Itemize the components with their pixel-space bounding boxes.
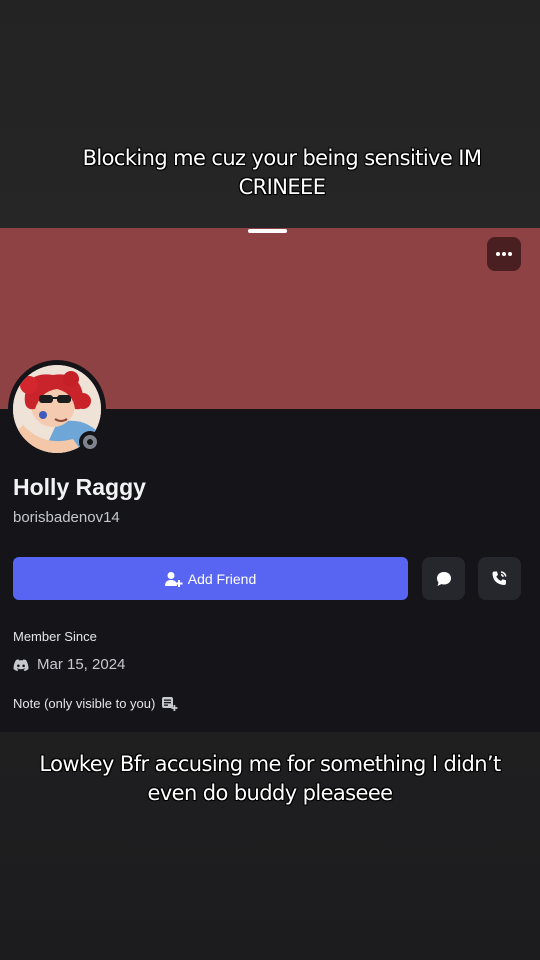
add-friend-label: Add Friend bbox=[187, 570, 257, 587]
top-caption: Blocking me cuz your being sensitive IM … bbox=[82, 145, 483, 199]
call-button[interactable] bbox=[478, 557, 521, 600]
bottom-caption: Lowkey Bfr accusing me for something I d… bbox=[39, 751, 502, 805]
add-friend-button[interactable]: Add Friend bbox=[13, 557, 408, 600]
member-since-label: Member Since bbox=[13, 629, 97, 644]
note-label: Note (only visible to you) bbox=[13, 696, 156, 711]
drag-handle[interactable] bbox=[248, 229, 287, 233]
username: borisbadenov14 bbox=[13, 509, 120, 526]
offline-status-icon bbox=[83, 435, 97, 449]
message-button[interactable] bbox=[422, 557, 465, 600]
more-icon bbox=[496, 252, 512, 256]
add-friend-icon bbox=[164, 571, 183, 587]
note-row[interactable]: Note (only visible to you) bbox=[13, 696, 178, 711]
message-icon bbox=[436, 571, 451, 586]
discord-icon bbox=[13, 658, 29, 671]
more-options-button[interactable] bbox=[487, 237, 521, 271]
member-since-date: Mar 15, 2024 bbox=[37, 656, 126, 673]
note-icon bbox=[162, 697, 178, 711]
display-name: Holly Raggy bbox=[13, 474, 146, 500]
phone-icon bbox=[492, 571, 507, 585]
status-indicator bbox=[79, 431, 101, 453]
member-since-row: Mar 15, 2024 bbox=[13, 656, 125, 673]
avatar-frame bbox=[8, 360, 106, 458]
profile-sheet: Holly Raggy borisbadenov14 Add Friend Me… bbox=[0, 228, 540, 732]
